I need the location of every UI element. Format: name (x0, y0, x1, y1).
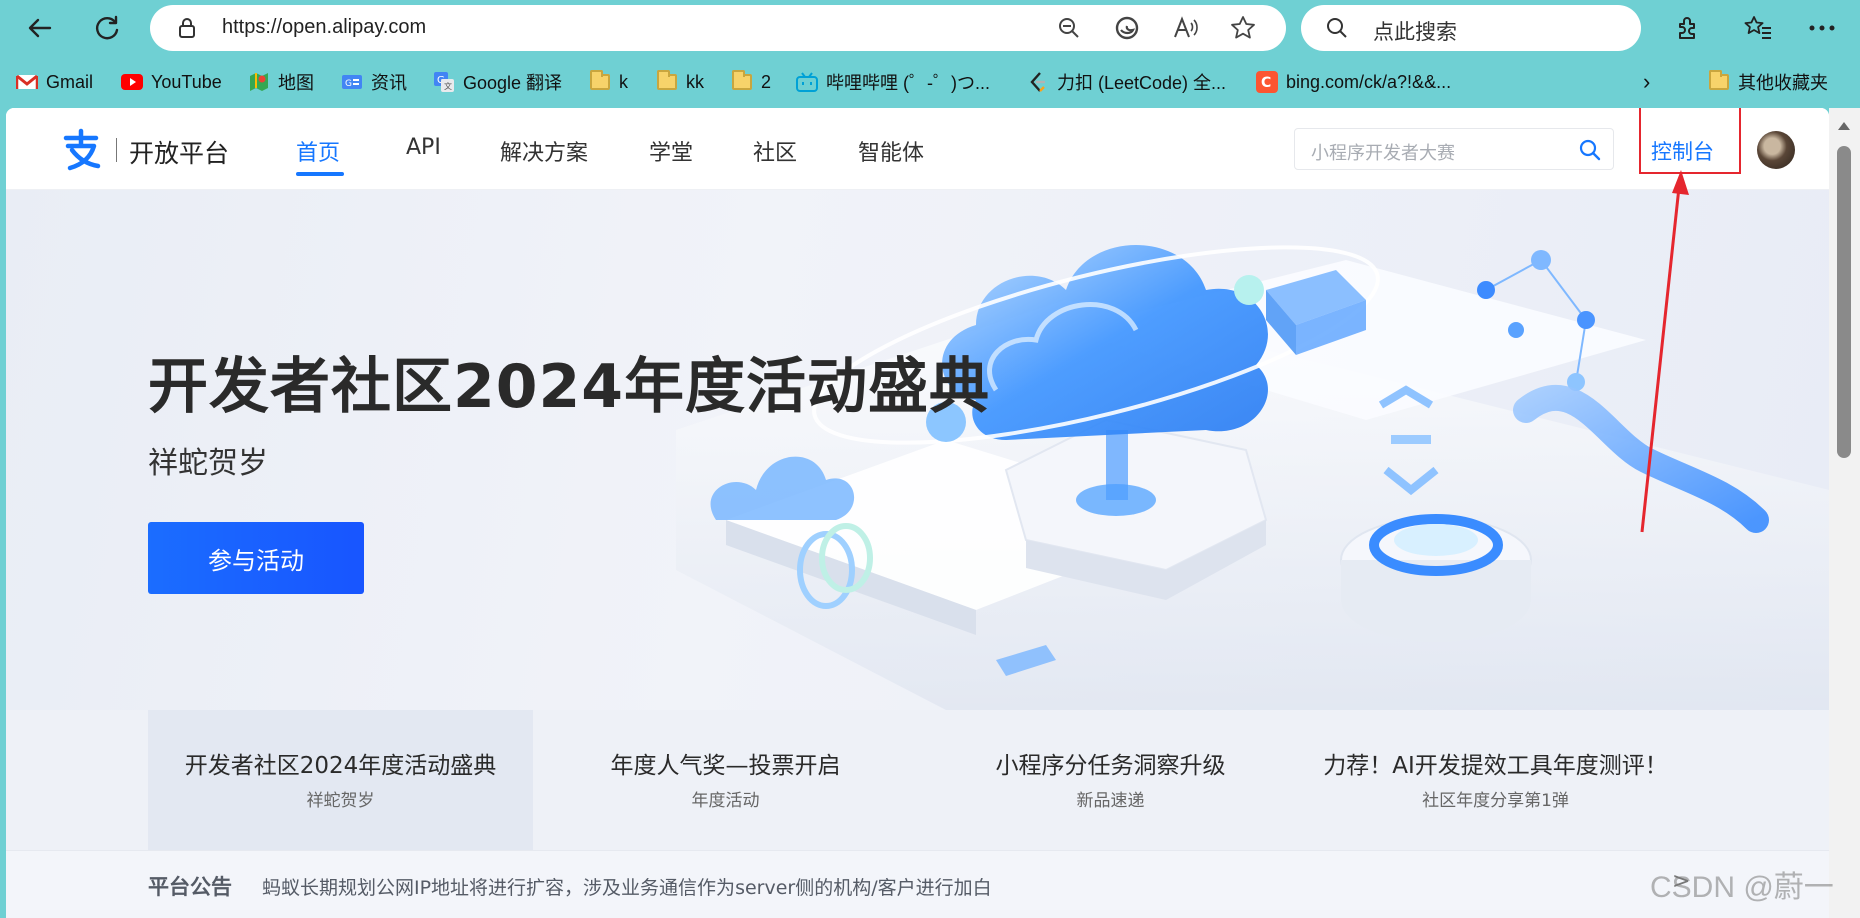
svg-text:文: 文 (444, 81, 452, 91)
card-subtitle: 新品速递 (1076, 791, 1145, 811)
bing-icon: C (1256, 71, 1278, 93)
folder-icon (656, 70, 678, 92)
card-subtitle: 年度活动 (691, 791, 760, 811)
url-text[interactable]: https://open.alipay.com (222, 16, 426, 39)
bookmark-label: k (619, 71, 628, 92)
hero-banner: 开发者社区2024年度活动盛典 祥蛇贺岁 参与活动 (6, 190, 1829, 710)
activity-card[interactable]: 小程序分任务洞察升级 新品速递 (918, 710, 1303, 850)
nav-active-indicator (296, 172, 344, 176)
folder-icon (731, 70, 753, 92)
web-page: 开放平台 首页 API 解决方案 学堂 社区 智能体 小程序开发者大赛 控制台 (6, 108, 1829, 918)
browser-toolbar: https://open.alipay.com 点此搜索 (0, 0, 1860, 56)
notice-label: 平台公告 (148, 875, 232, 899)
watermark: CSDN @蔚一 (1650, 871, 1834, 904)
bookmark-gmail[interactable]: Gmail (16, 69, 93, 95)
nav-solutions[interactable]: 解决方案 (500, 135, 588, 167)
address-bar[interactable]: https://open.alipay.com (150, 5, 1286, 51)
hero-illustration (676, 245, 1829, 710)
svg-text:C: C (1261, 75, 1271, 91)
bilibili-icon (796, 72, 818, 92)
news-icon: G (341, 72, 363, 92)
bookmark-label: bing.com/ck/a?!&&... (1286, 71, 1452, 92)
folder-icon (1708, 70, 1730, 92)
bookmark-bilibili[interactable]: 哔哩哔哩 (゜-゜)つ... (796, 69, 990, 95)
folder-icon (589, 70, 611, 92)
bookmark-folder-2[interactable]: 2 (731, 69, 771, 95)
bookmark-leetcode[interactable]: 力扣 (LeetCode) 全... (1027, 69, 1226, 95)
card-title: 年度人气奖—投票开启 (610, 753, 841, 779)
join-activity-button[interactable]: 参与活动 (148, 522, 364, 594)
extensions-icon[interactable] (1670, 10, 1706, 46)
bookmark-label: 其他收藏夹 (1738, 73, 1828, 93)
youtube-icon (121, 72, 143, 92)
bookmark-label: YouTube (151, 71, 222, 92)
nav-community[interactable]: 社区 (753, 135, 797, 167)
nav-academy[interactable]: 学堂 (649, 135, 693, 167)
bookmark-other-favorites[interactable]: 其他收藏夹 (1708, 69, 1828, 95)
scrollbar-thumb[interactable] (1837, 146, 1851, 458)
leetcode-icon (1027, 72, 1049, 92)
activity-card[interactable]: 力荐！AI开发提效工具年度测评！ 社区年度分享第1弹 (1303, 710, 1688, 850)
bookmark-label: 资讯 (371, 73, 407, 93)
page-scrollbar[interactable] (1829, 108, 1860, 918)
browser-search-placeholder: 点此搜索 (1373, 20, 1457, 44)
translate-icon: G文 (433, 72, 455, 92)
bookmarks-bar: Gmail YouTube 地图 G 资讯 G文 Google 翻译 k kk … (0, 60, 1860, 102)
activity-card[interactable]: 开发者社区2024年度活动盛典 祥蛇贺岁 (148, 710, 533, 850)
refresh-icon[interactable] (89, 10, 125, 46)
annotation-highlight-box (1639, 108, 1741, 174)
zoom-out-icon[interactable] (1054, 13, 1084, 43)
search-icon[interactable] (1579, 139, 1601, 165)
maps-icon (248, 72, 270, 92)
logo-text[interactable]: 开放平台 (129, 134, 229, 170)
activity-card[interactable]: 年度人气奖—投票开启 年度活动 (533, 710, 918, 850)
bookmarks-overflow-icon[interactable]: › (1643, 69, 1650, 95)
bookmark-folder-kk[interactable]: kk (656, 69, 704, 95)
site-navbar: 开放平台 首页 API 解决方案 学堂 社区 智能体 小程序开发者大赛 控制台 (6, 108, 1829, 190)
hero-subtitle: 祥蛇贺岁 (148, 446, 268, 481)
site-search-placeholder: 小程序开发者大赛 (1311, 143, 1455, 164)
card-subtitle: 社区年度分享第1弹 (1422, 791, 1569, 811)
bookmark-label: 2 (761, 71, 772, 92)
card-title: 小程序分任务洞察升级 (995, 753, 1226, 779)
bookmark-bing[interactable]: C bing.com/ck/a?!&&... (1256, 69, 1451, 95)
bookmark-label: 力扣 (LeetCode) 全... (1057, 73, 1227, 93)
search-icon (1325, 16, 1349, 44)
card-subtitle: 祥蛇贺岁 (306, 791, 375, 811)
nav-agents[interactable]: 智能体 (858, 135, 924, 167)
lock-icon[interactable] (178, 17, 196, 43)
notice-message[interactable]: 蚂蚁长期规划公网IP地址将进行扩容，涉及业务通信作为server侧的机构/客户进… (262, 873, 992, 900)
bookmark-label: 哔哩哔哩 (゜-゜)つ... (826, 73, 990, 93)
logo-divider (116, 138, 117, 162)
favorites-icon[interactable] (1740, 10, 1776, 46)
scroll-up-icon[interactable] (1838, 122, 1850, 130)
bookmark-news[interactable]: G 资讯 (341, 69, 407, 95)
bookmark-label: Google 翻译 (463, 73, 563, 93)
bookmark-label: 地图 (278, 73, 314, 93)
read-aloud-icon[interactable] (1170, 13, 1200, 43)
bookmark-folder-k[interactable]: k (589, 69, 628, 95)
back-icon[interactable] (22, 10, 58, 46)
edge-icon[interactable] (1112, 13, 1142, 43)
nav-api[interactable]: API (406, 135, 441, 160)
favorite-star-icon[interactable] (1228, 13, 1258, 43)
card-title: 力荐！AI开发提效工具年度测评！ (1323, 753, 1668, 779)
alipay-logo-icon[interactable] (58, 126, 104, 172)
bookmark-translate[interactable]: G文 Google 翻译 (433, 69, 562, 95)
activity-cards: 开发者社区2024年度活动盛典 祥蛇贺岁 年度人气奖—投票开启 年度活动 小程序… (6, 710, 1829, 850)
bookmark-maps[interactable]: 地图 (248, 69, 314, 95)
user-avatar[interactable] (1757, 131, 1795, 169)
more-menu-icon[interactable] (1804, 10, 1840, 46)
nav-home[interactable]: 首页 (296, 135, 340, 167)
bookmark-youtube[interactable]: YouTube (121, 69, 222, 95)
hero-title: 开发者社区2024年度活动盛典 (148, 352, 990, 422)
gmail-icon (16, 72, 38, 92)
site-search-input[interactable]: 小程序开发者大赛 (1294, 128, 1614, 170)
browser-search-box[interactable]: 点此搜索 (1301, 5, 1641, 51)
card-title: 开发者社区2024年度活动盛典 (184, 753, 497, 779)
svg-text:G: G (345, 79, 352, 89)
bookmark-label: Gmail (46, 71, 94, 92)
bookmark-label: kk (686, 71, 704, 92)
platform-notice-bar: 平台公告 蚂蚁长期规划公网IP地址将进行扩容，涉及业务通信作为server侧的机… (6, 850, 1829, 918)
